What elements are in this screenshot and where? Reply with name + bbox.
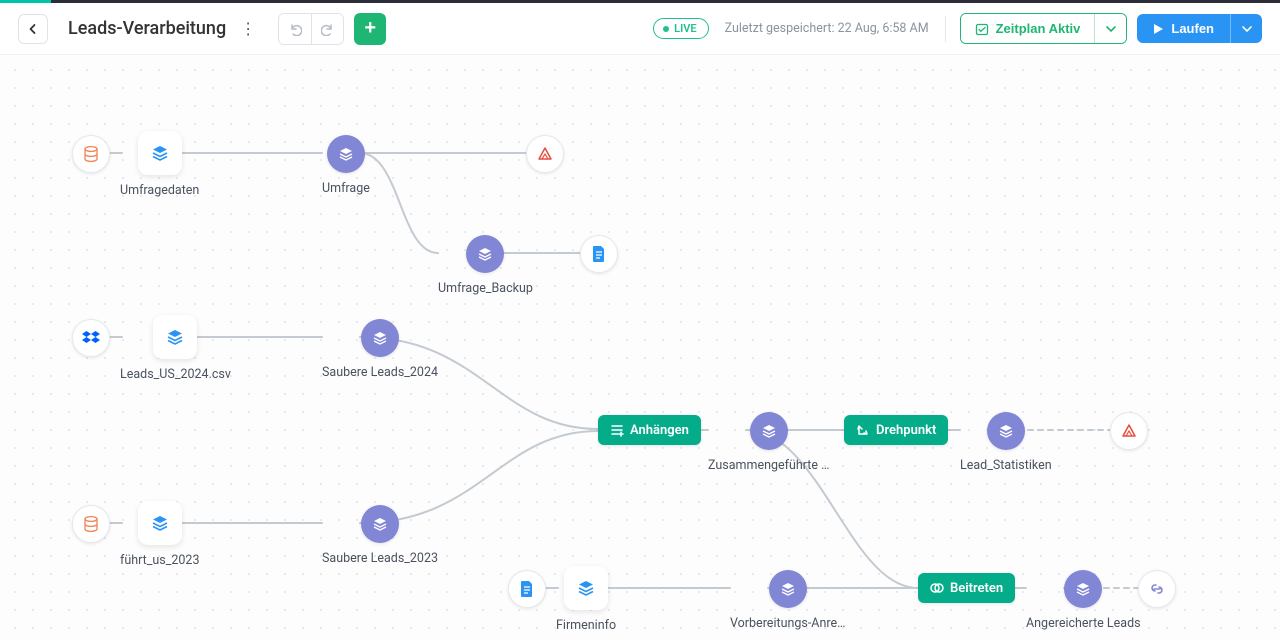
layers-icon xyxy=(576,578,596,598)
node-firmeninfo[interactable]: Firmeninfo xyxy=(556,566,616,633)
last-saved: Zuletzt gespeichert: 22 Aug, 6:58 AM xyxy=(725,21,929,36)
page-title: Leads-Verarbeitung xyxy=(68,18,226,39)
node-join[interactable]: Beitreten xyxy=(918,573,1015,603)
database-icon xyxy=(82,515,100,533)
layers-icon xyxy=(997,422,1015,440)
node-source-survey-db[interactable] xyxy=(72,135,110,173)
node-label: Zusammengeführte … xyxy=(708,458,829,473)
layers-icon xyxy=(165,327,185,347)
node-doc-source[interactable] xyxy=(508,570,546,608)
append-icon xyxy=(610,423,624,437)
node-umfrage-output[interactable] xyxy=(526,135,564,173)
node-lead-stats[interactable]: Lead_Statistiken xyxy=(960,412,1052,473)
node-label: Umfrage xyxy=(322,181,370,196)
node-label: Saubere Leads_2023 xyxy=(322,551,438,566)
join-icon xyxy=(930,581,944,595)
layers-icon xyxy=(1074,580,1092,598)
node-source-db2[interactable] xyxy=(72,505,110,543)
live-badge: LIVE xyxy=(653,18,708,39)
node-umfragedaten[interactable]: Umfragedaten xyxy=(120,131,199,198)
node-umfrage[interactable]: Umfrage xyxy=(322,135,370,196)
node-append[interactable]: Anhängen xyxy=(598,415,701,445)
pill-label: Anhängen xyxy=(630,423,689,438)
layers-icon xyxy=(760,422,778,440)
layers-icon xyxy=(371,329,389,347)
run-label: Laufen xyxy=(1171,21,1214,36)
dropbox-icon xyxy=(82,330,100,346)
calendar-check-icon xyxy=(975,22,989,36)
run-dropdown[interactable] xyxy=(1230,14,1262,43)
layers-icon xyxy=(337,145,355,163)
node-label: Vorbereitungs-Anre… xyxy=(730,616,845,631)
layers-icon xyxy=(779,580,797,598)
node-source-dropbox[interactable] xyxy=(72,319,110,357)
node-link-output[interactable] xyxy=(1138,570,1176,608)
node-merged[interactable]: Zusammengeführte … xyxy=(708,412,829,473)
schedule-label: Zeitplan Aktiv xyxy=(996,21,1081,36)
node-saubere-2024[interactable]: Saubere Leads_2024 xyxy=(322,319,438,380)
node-stats-output[interactable] xyxy=(1110,412,1148,450)
node-label: Saubere Leads_2024 xyxy=(322,365,438,380)
document-icon xyxy=(591,245,607,263)
layers-icon xyxy=(150,143,170,163)
header: Leads-Verarbeitung ⋮ + LIVE Zuletzt gesp… xyxy=(0,3,1280,55)
header-divider xyxy=(945,16,946,42)
undo-redo-group xyxy=(278,13,344,45)
document-icon xyxy=(519,580,535,598)
play-icon xyxy=(1153,23,1164,35)
redo-button[interactable] xyxy=(311,14,343,44)
pill-label: Beitreten xyxy=(950,581,1003,596)
warning-triangle-icon xyxy=(1120,422,1138,440)
live-dot-icon xyxy=(663,26,669,32)
node-label: führt_us_2023 xyxy=(120,553,199,568)
node-label: Angereicherte Leads xyxy=(1026,616,1141,631)
schedule-button[interactable]: Zeitplan Aktiv xyxy=(961,14,1095,43)
layers-icon xyxy=(476,245,494,263)
link-icon xyxy=(1148,580,1166,598)
node-pivot[interactable]: Drehpunkt xyxy=(844,415,948,445)
layers-icon xyxy=(150,513,170,533)
schedule-group: Zeitplan Aktiv xyxy=(960,13,1128,44)
node-label: Umfrage_Backup xyxy=(438,281,533,296)
node-label: Leads_US_2024.csv xyxy=(120,367,231,382)
workflow-canvas[interactable]: Umfragedaten Umfrage Umfrage_Backup Lead… xyxy=(0,55,1280,640)
pill-label: Drehpunkt xyxy=(876,423,936,438)
back-button[interactable] xyxy=(18,14,48,44)
run-button[interactable]: Laufen xyxy=(1137,14,1230,43)
warning-triangle-icon xyxy=(536,145,554,163)
run-group: Laufen xyxy=(1137,14,1262,43)
node-leads-us-2023[interactable]: führt_us_2023 xyxy=(120,501,199,568)
add-button[interactable]: + xyxy=(354,13,386,45)
live-badge-label: LIVE xyxy=(674,22,696,35)
undo-button[interactable] xyxy=(279,14,311,44)
node-saubere-2023[interactable]: Saubere Leads_2023 xyxy=(322,505,438,566)
node-enriched[interactable]: Angereicherte Leads xyxy=(1026,570,1141,631)
node-leads-us-2024[interactable]: Leads_US_2024.csv xyxy=(120,315,231,382)
layers-icon xyxy=(371,515,389,533)
schedule-dropdown[interactable] xyxy=(1094,14,1126,43)
node-umfrage-backup[interactable]: Umfrage_Backup xyxy=(438,235,533,296)
more-menu-button[interactable]: ⋮ xyxy=(236,14,260,44)
node-label: Umfragedaten xyxy=(120,183,199,198)
database-icon xyxy=(82,145,100,163)
node-prep-enrich[interactable]: Vorbereitungs-Anre… xyxy=(730,570,845,631)
pivot-icon xyxy=(856,423,870,437)
node-doc-output[interactable] xyxy=(580,235,618,273)
node-label: Firmeninfo xyxy=(556,618,616,633)
node-label: Lead_Statistiken xyxy=(960,458,1052,473)
